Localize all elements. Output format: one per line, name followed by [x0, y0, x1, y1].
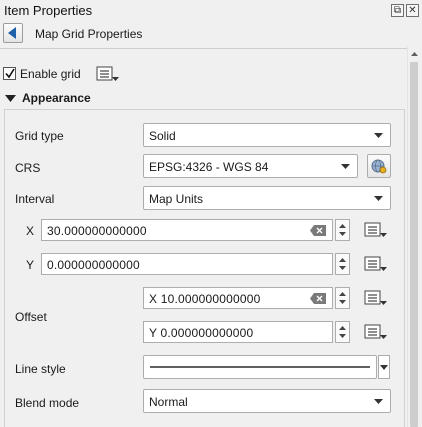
offset-y-data-defined-button[interactable]: [362, 322, 388, 342]
clear-field-icon[interactable]: [310, 293, 326, 304]
interval-units-value: Map Units: [149, 192, 204, 206]
crs-value: EPSG:4326 - WGS 84: [149, 160, 269, 174]
data-defined-icon: [96, 66, 119, 81]
select-crs-button[interactable]: [367, 154, 391, 178]
scrollbar-thumb[interactable]: [410, 62, 418, 427]
back-button[interactable]: [3, 23, 23, 43]
offset-y-value: Y 0.000000000000: [149, 326, 254, 340]
interval-x-label: X: [26, 224, 35, 238]
clear-field-icon[interactable]: [310, 225, 326, 236]
blend-mode-value: Normal: [149, 395, 188, 409]
interval-y-value: 0.000000000000: [47, 258, 140, 272]
interval-x-spinner[interactable]: [335, 219, 350, 241]
grid-type-combobox[interactable]: Solid: [143, 123, 391, 147]
data-defined-override-button[interactable]: [94, 64, 120, 84]
crs-combobox[interactable]: EPSG:4326 - WGS 84: [143, 154, 358, 178]
interval-units-combobox[interactable]: Map Units: [143, 186, 391, 210]
window-title: Item Properties: [4, 3, 93, 18]
crs-globe-icon: [371, 159, 387, 174]
chevron-down-icon: [374, 133, 383, 138]
interval-x-data-defined-button[interactable]: [362, 220, 388, 240]
data-defined-icon: [364, 256, 387, 271]
data-defined-icon: [364, 290, 387, 305]
panel-title: Map Grid Properties: [35, 27, 143, 41]
interval-x-input[interactable]: 30.000000000000: [41, 219, 333, 241]
grid-type-value: Solid: [149, 129, 176, 143]
collapse-arrow-icon[interactable]: [5, 95, 16, 103]
spin-arrows-icon: [339, 258, 346, 270]
data-defined-icon: [364, 324, 387, 339]
line-style-label: Line style: [15, 362, 66, 376]
offset-y-spinner[interactable]: [335, 321, 350, 343]
offset-y-input[interactable]: Y 0.000000000000: [143, 321, 333, 343]
offset-x-data-defined-button[interactable]: [362, 288, 388, 308]
spin-arrows-icon: [339, 224, 346, 236]
interval-y-input[interactable]: 0.000000000000: [41, 253, 333, 275]
checkmark-icon: [5, 68, 15, 79]
header-divider: [0, 48, 408, 49]
interval-label: Interval: [15, 192, 55, 206]
interval-y-data-defined-button[interactable]: [362, 254, 388, 274]
offset-x-input[interactable]: X 10.000000000000: [143, 287, 333, 309]
offset-x-spinner[interactable]: [335, 287, 350, 309]
appearance-section-label: Appearance: [22, 91, 91, 105]
offset-label: Offset: [15, 310, 47, 324]
chevron-down-icon: [374, 399, 383, 404]
interval-y-label: Y: [26, 258, 35, 272]
blend-mode-label: Blend mode: [15, 396, 80, 410]
line-style-preview: [150, 366, 370, 368]
interval-x-value: 30.000000000000: [47, 224, 147, 238]
float-window-icon[interactable]: ⧉: [391, 4, 404, 17]
interval-y-spinner[interactable]: [335, 253, 350, 275]
blend-mode-combobox[interactable]: Normal: [143, 389, 391, 413]
enable-grid-checkbox[interactable]: [3, 67, 16, 80]
grid-type-label: Grid type: [15, 129, 64, 143]
data-defined-icon: [364, 222, 387, 237]
close-window-icon[interactable]: ✕: [406, 4, 419, 17]
spin-arrows-icon: [339, 292, 346, 304]
chevron-down-icon: [380, 365, 388, 370]
scroll-up-button[interactable]: [407, 47, 422, 61]
scroll-up-arrow-icon: [411, 52, 418, 56]
crs-label: CRS: [15, 161, 41, 175]
enable-grid-label: Enable grid: [20, 67, 81, 81]
back-arrow-icon: [8, 27, 16, 39]
spin-arrows-icon: [339, 326, 346, 338]
line-style-menu-button[interactable]: [378, 355, 390, 379]
chevron-down-icon: [341, 164, 350, 169]
offset-x-value: X 10.000000000000: [149, 292, 261, 306]
line-style-button[interactable]: [143, 355, 377, 379]
chevron-down-icon: [374, 196, 383, 201]
